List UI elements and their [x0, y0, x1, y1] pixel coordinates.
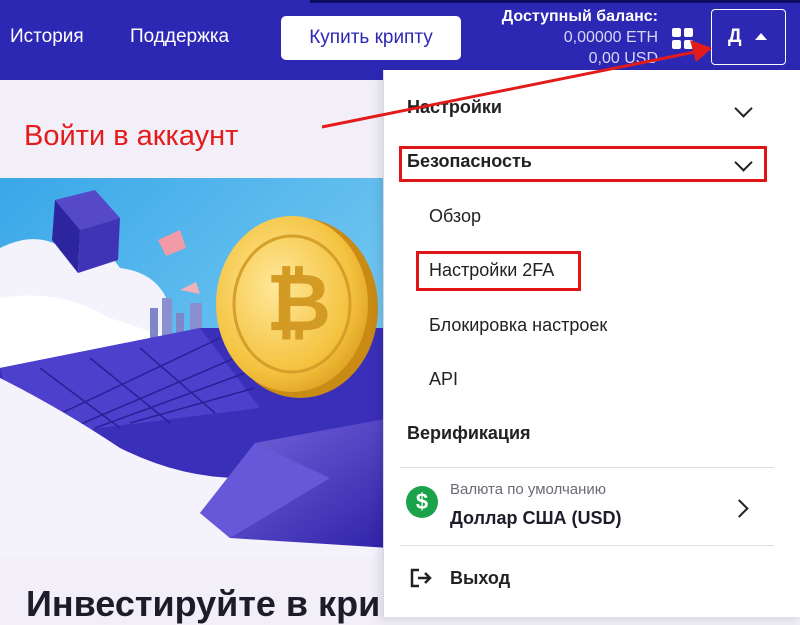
menu-verification[interactable]: Верификация: [407, 423, 531, 444]
nav-link-support[interactable]: Поддержка: [130, 26, 229, 48]
balance-title: Доступный баланс:: [501, 8, 658, 25]
balance-block: Доступный баланс: 0,00000 ETH 0,00 USD: [502, 6, 658, 69]
menu-security-overview[interactable]: Обзор: [429, 206, 481, 227]
dollar-icon: $: [406, 486, 438, 518]
top-accent-line: [310, 0, 800, 3]
menu-divider: [400, 545, 774, 546]
balance-usd: 0,00 USD: [588, 50, 658, 67]
menu-settings[interactable]: Настройки: [407, 97, 502, 118]
menu-logout[interactable]: Выход: [450, 568, 510, 589]
menu-security-api[interactable]: API: [429, 369, 458, 390]
menu-security-lock[interactable]: Блокировка настроек: [429, 315, 607, 336]
currency-value: Доллар США (USD): [450, 508, 622, 528]
hero-illustration: ₿: [0, 178, 390, 558]
svg-text:₿: ₿: [266, 258, 331, 347]
user-dropdown-menu: Настройки Безопасность Обзор Настройки 2…: [383, 70, 800, 617]
chevron-right-icon[interactable]: [730, 499, 749, 518]
balance-eth: 0,00000 ETH: [563, 29, 658, 46]
caret-up-icon: [755, 33, 767, 40]
security-highlight-box: [399, 146, 767, 182]
currency-label: Валюта по умолчанию: [450, 481, 607, 498]
buy-crypto-button[interactable]: Купить крипту: [281, 16, 461, 60]
2fa-highlight-box: [416, 251, 581, 291]
user-menu-button[interactable]: Д: [711, 9, 786, 65]
apps-grid-icon[interactable]: [672, 28, 694, 50]
page-heading: Инвестируйте в кри: [26, 583, 381, 624]
login-annotation-text: Войти в аккаунт: [24, 120, 239, 152]
top-navigation-bar: История Поддержка Купить крипту Доступны…: [0, 0, 800, 80]
menu-divider: [400, 467, 774, 468]
nav-link-history[interactable]: История: [10, 26, 84, 48]
logout-icon: [410, 568, 432, 588]
user-initial: Д: [728, 26, 742, 47]
chevron-down-icon[interactable]: [734, 99, 753, 118]
